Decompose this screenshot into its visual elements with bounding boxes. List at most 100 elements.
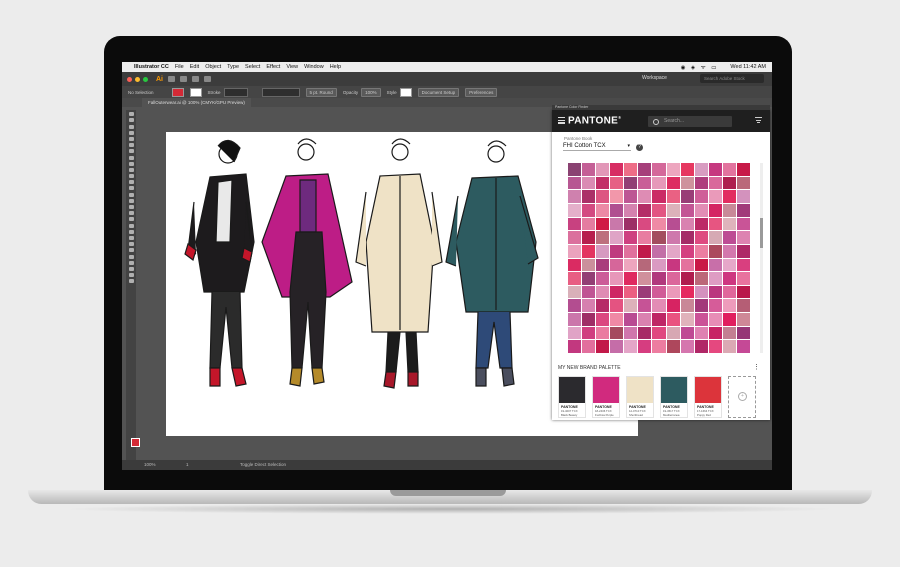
color-swatch[interactable] xyxy=(708,244,722,258)
color-swatch[interactable] xyxy=(652,163,666,176)
color-swatch[interactable] xyxy=(610,203,624,217)
color-swatch[interactable] xyxy=(666,272,680,285)
color-swatch[interactable] xyxy=(666,326,680,340)
type-tool-icon[interactable] xyxy=(128,149,134,154)
color-swatch[interactable] xyxy=(568,258,582,272)
color-swatch[interactable] xyxy=(596,190,610,203)
color-swatch[interactable] xyxy=(694,285,708,299)
color-swatch[interactable] xyxy=(568,231,582,244)
color-swatch[interactable] xyxy=(666,258,680,272)
color-swatch[interactable] xyxy=(680,313,694,326)
pantone-book-select[interactable]: FHI Cotton TCX ▾ xyxy=(563,143,631,151)
color-swatch[interactable] xyxy=(694,217,708,231)
color-swatch[interactable] xyxy=(610,190,624,203)
color-swatch[interactable] xyxy=(652,190,666,203)
color-swatch[interactable] xyxy=(638,176,652,190)
artboard-tool-icon[interactable] xyxy=(128,260,134,265)
color-swatch[interactable] xyxy=(680,299,694,313)
color-swatch[interactable] xyxy=(680,163,694,176)
color-swatch[interactable] xyxy=(610,272,624,285)
color-swatch[interactable] xyxy=(624,190,638,203)
status-text[interactable]: Toggle Direct Selection xyxy=(240,462,286,467)
add-to-palette-button[interactable]: + xyxy=(728,376,756,418)
color-swatch[interactable] xyxy=(666,299,680,313)
color-swatch[interactable] xyxy=(638,163,652,176)
document-setup-button[interactable]: Document Setup xyxy=(417,87,460,97)
color-swatch[interactable] xyxy=(582,244,596,258)
color-swatch[interactable] xyxy=(680,285,694,299)
workspace-switcher[interactable]: Workspace xyxy=(642,75,667,81)
color-swatch[interactable] xyxy=(568,217,582,231)
color-swatch[interactable] xyxy=(694,258,708,272)
color-swatch[interactable] xyxy=(694,340,708,353)
color-swatch[interactable] xyxy=(680,231,694,244)
color-swatch[interactable] xyxy=(722,326,736,340)
color-swatch[interactable] xyxy=(736,299,750,313)
color-swatch[interactable] xyxy=(708,163,722,176)
color-swatch[interactable] xyxy=(736,217,750,231)
menu-view[interactable]: View xyxy=(286,64,298,70)
color-swatch[interactable] xyxy=(694,244,708,258)
color-swatch[interactable] xyxy=(722,176,736,190)
color-swatch[interactable] xyxy=(596,244,610,258)
color-swatch[interactable] xyxy=(624,217,638,231)
menu-window[interactable]: Window xyxy=(304,64,324,70)
opacity-field[interactable]: 100% xyxy=(361,87,381,97)
color-swatch[interactable] xyxy=(638,244,652,258)
color-swatch[interactable] xyxy=(624,231,638,244)
fill-stroke-indicator[interactable] xyxy=(131,438,140,447)
color-swatch[interactable] xyxy=(694,163,708,176)
menu-effect[interactable]: Effect xyxy=(266,64,280,70)
color-swatch[interactable] xyxy=(624,244,638,258)
color-swatch[interactable] xyxy=(624,272,638,285)
color-swatch[interactable] xyxy=(610,340,624,353)
color-swatch[interactable] xyxy=(624,313,638,326)
stroke-swatch[interactable] xyxy=(189,87,202,97)
color-swatch[interactable] xyxy=(568,299,582,313)
color-swatch[interactable] xyxy=(568,285,582,299)
zoom-window-button[interactable] xyxy=(143,76,148,82)
color-swatch[interactable] xyxy=(722,231,736,244)
color-swatch[interactable] xyxy=(708,326,722,340)
color-swatch[interactable] xyxy=(652,244,666,258)
color-swatch[interactable] xyxy=(666,231,680,244)
color-swatch[interactable] xyxy=(638,217,652,231)
scroll-thumb[interactable] xyxy=(760,218,763,248)
color-swatch[interactable] xyxy=(666,244,680,258)
color-swatch[interactable] xyxy=(694,299,708,313)
color-swatch[interactable] xyxy=(694,231,708,244)
color-swatch[interactable] xyxy=(694,326,708,340)
color-swatch[interactable] xyxy=(722,244,736,258)
color-swatch[interactable] xyxy=(596,313,610,326)
rectangle-tool-icon[interactable] xyxy=(128,161,134,166)
color-swatch[interactable] xyxy=(582,272,596,285)
color-swatch[interactable] xyxy=(680,217,694,231)
selection-tool-icon[interactable] xyxy=(128,112,134,117)
menu-file[interactable]: File xyxy=(175,64,184,70)
color-swatch[interactable] xyxy=(568,272,582,285)
hamburger-icon[interactable] xyxy=(558,117,565,125)
color-swatch[interactable] xyxy=(694,176,708,190)
color-swatch[interactable] xyxy=(736,203,750,217)
color-swatch[interactable] xyxy=(652,272,666,285)
color-swatch[interactable] xyxy=(638,313,652,326)
color-swatch[interactable] xyxy=(652,313,666,326)
zoom-level[interactable]: 100% xyxy=(144,462,156,467)
magic-wand-tool-icon[interactable] xyxy=(128,124,134,129)
color-swatch[interactable] xyxy=(624,163,638,176)
color-swatch[interactable] xyxy=(610,217,624,231)
color-swatch[interactable] xyxy=(638,299,652,313)
color-swatch[interactable] xyxy=(708,176,722,190)
color-swatch[interactable] xyxy=(638,285,652,299)
color-swatch[interactable] xyxy=(722,163,736,176)
color-swatch[interactable] xyxy=(722,258,736,272)
color-swatch-grid[interactable] xyxy=(568,163,750,353)
color-swatch[interactable] xyxy=(736,340,750,353)
gpu-performance-icon[interactable] xyxy=(204,76,211,82)
variable-width-field[interactable] xyxy=(261,87,300,97)
pen-tool-icon[interactable] xyxy=(128,136,134,141)
color-swatch[interactable] xyxy=(680,340,694,353)
eyedropper-tool-icon[interactable] xyxy=(128,235,134,240)
color-swatch[interactable] xyxy=(666,285,680,299)
blend-tool-icon[interactable] xyxy=(128,242,134,247)
